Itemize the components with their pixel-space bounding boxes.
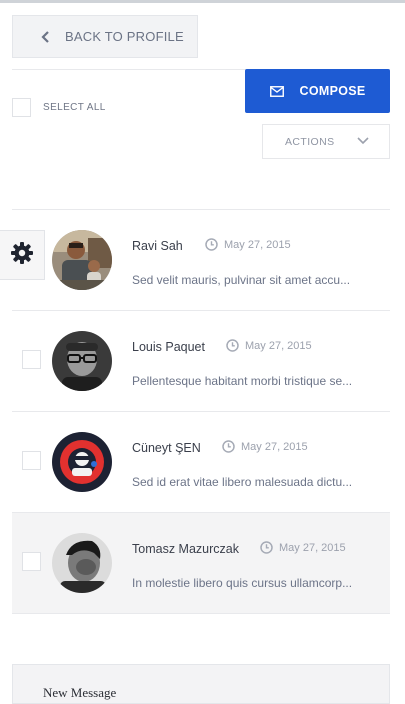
avatar	[52, 533, 112, 593]
actions-label: ACTIONS	[285, 135, 335, 148]
message-checkbox[interactable]	[22, 350, 41, 369]
avatar	[52, 230, 112, 290]
sender-name: Ravi Sah	[132, 239, 183, 253]
select-all-control[interactable]: SELECT ALL	[12, 98, 106, 117]
message-snippet: Pellentesque habitant morbi tristique se…	[132, 374, 353, 388]
chevron-down-icon	[357, 136, 369, 145]
message-snippet: In molestie libero quis cursus ullamcorp…	[132, 576, 353, 590]
message-row[interactable]: Ravi Sah May 27, 2015 Sed velit mauris, …	[12, 210, 390, 311]
message-date: May 27, 2015	[226, 339, 312, 352]
clock-icon	[226, 339, 239, 352]
chevron-left-icon	[41, 30, 51, 44]
new-message-title: New Message	[43, 685, 117, 700]
actions-dropdown[interactable]: ACTIONS	[262, 124, 390, 159]
new-message-panel: New Message	[12, 664, 390, 704]
message-date: May 27, 2015	[260, 541, 346, 554]
clock-icon	[222, 440, 235, 453]
message-checkbox[interactable]	[22, 552, 41, 571]
message-row[interactable]: Tomasz Mazurczak May 27, 2015 In molesti…	[12, 513, 390, 614]
sender-name: Cüneyt ŞEN	[132, 441, 201, 455]
avatar	[52, 432, 112, 492]
back-to-profile-label: BACK TO PROFILE	[65, 29, 184, 44]
message-checkbox[interactable]	[22, 451, 41, 470]
compose-button[interactable]: COMPOSE	[245, 69, 390, 113]
message-snippet: Sed velit mauris, pulvinar sit amet accu…	[132, 273, 351, 287]
settings-toggle[interactable]	[0, 230, 45, 280]
clock-icon	[260, 541, 273, 554]
date-text: May 27, 2015	[224, 238, 291, 251]
clock-icon	[205, 238, 218, 251]
sender-name: Louis Paquet	[132, 340, 205, 354]
message-date: May 27, 2015	[222, 440, 308, 453]
compose-label: COMPOSE	[299, 84, 366, 98]
select-all-label: SELECT ALL	[43, 102, 106, 113]
message-row[interactable]: Cüneyt ŞEN May 27, 2015 Sed id erat vita…	[12, 412, 390, 513]
date-text: May 27, 2015	[241, 440, 308, 453]
message-snippet: Sed id erat vitae libero malesuada dictu…	[132, 475, 353, 489]
top-border	[0, 0, 405, 3]
gear-icon	[10, 241, 34, 270]
date-text: May 27, 2015	[245, 339, 312, 352]
message-row[interactable]: Louis Paquet May 27, 2015 Pellentesque h…	[12, 311, 390, 412]
date-text: May 27, 2015	[279, 541, 346, 554]
avatar	[52, 331, 112, 391]
back-to-profile-button[interactable]: BACK TO PROFILE	[12, 15, 198, 58]
sender-name: Tomasz Mazurczak	[132, 542, 239, 556]
select-all-checkbox[interactable]	[12, 98, 31, 117]
envelope-icon	[269, 85, 284, 97]
message-date: May 27, 2015	[205, 238, 291, 251]
